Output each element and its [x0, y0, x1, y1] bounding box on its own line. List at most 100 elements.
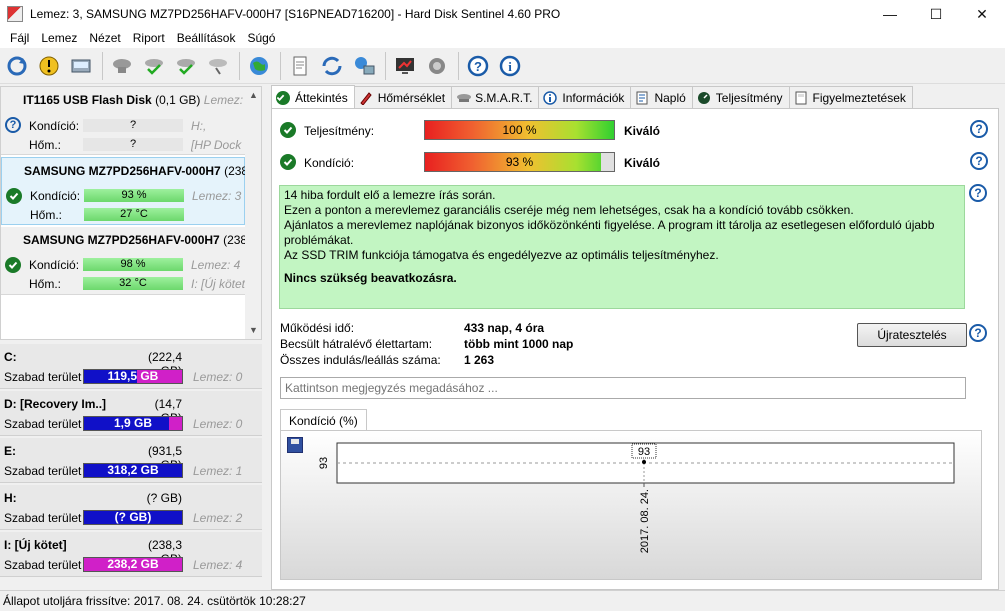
panel-splitter[interactable] [263, 86, 271, 590]
condition-value: ? [83, 119, 183, 132]
unknown-status-icon: ? [5, 117, 21, 133]
globe-icon[interactable] [244, 51, 274, 81]
info-icon[interactable]: i [495, 51, 525, 81]
window-title: Lemez: 3, SAMSUNG MZ7PD256HAFV-000H7 [S1… [30, 7, 561, 21]
tab-label: Információk [562, 90, 625, 105]
disk-entry[interactable]: SAMSUNG MZ7PD256HAFV-000H7 (238 Kondíció… [1, 227, 245, 295]
tab-log[interactable]: Napló [630, 86, 693, 108]
disk-note: [HP Dock [191, 138, 242, 152]
help-icon[interactable]: ? [970, 152, 988, 170]
condition-chart: 93 93 2017. 08. 24. [280, 430, 982, 580]
chart-tab-condition[interactable]: Kondíció (%) [280, 409, 367, 431]
sync-icon[interactable] [317, 51, 347, 81]
temperature-value: 27 °C [84, 208, 184, 221]
disk-note: I: [Új kötet [191, 277, 245, 291]
warning-icon[interactable] [34, 51, 64, 81]
disk-ok-icon[interactable] [171, 51, 201, 81]
help-icon[interactable]: ? [969, 184, 987, 202]
performance-value: 100 % [502, 123, 537, 137]
volume-entry[interactable]: I: [Új kötet] (238,3 GB) Szabad terület … [0, 532, 262, 577]
gauge-icon [697, 91, 711, 105]
disk-check-icon[interactable] [139, 51, 169, 81]
disk-gray-icon[interactable] [107, 51, 137, 81]
tab-label: S.M.A.R.T. [475, 90, 533, 105]
volume-entry[interactable]: C: (222,4 GB) Szabad terület 119,5 GB Le… [0, 344, 262, 389]
monitor-icon[interactable] [390, 51, 420, 81]
stat-uptime: Működési idő: 433 nap, 4 óra [280, 321, 545, 335]
temperature-label: Hőm.: [29, 277, 62, 291]
report-icon[interactable] [285, 51, 315, 81]
stat-remaining-life: Becsült hátralévő élettartam: több mint 1… [280, 337, 574, 351]
app-window: Lemez: 3, SAMSUNG MZ7PD256HAFV-000H7 [S1… [0, 0, 1005, 611]
volume-entry[interactable]: H: (? GB) Szabad terület (? GB) Lemez: 2 [0, 485, 262, 530]
menu-file[interactable]: Fájl [4, 31, 35, 45]
volume-disk-note: Lemez: 0 [193, 370, 243, 384]
disk-name: SAMSUNG MZ7PD256HAFV-000H7 (238 [23, 233, 245, 247]
tab-bar: Áttekintés Hőmérséklet S.M.A.R.T. Inform… [271, 85, 1005, 109]
volume-entry[interactable]: E: (931,5 GB) Szabad terület 318,2 GB Le… [0, 438, 262, 483]
volume-name: H: [4, 491, 17, 505]
free-space-bar: (? GB) [83, 510, 183, 525]
note-input[interactable] [280, 377, 966, 399]
menu-help[interactable]: Súgó [241, 31, 281, 45]
disk-entry-selected[interactable]: SAMSUNG MZ7PD256HAFV-000H7 (238 Kondíció… [1, 157, 246, 225]
menu-view[interactable]: Nézet [83, 31, 126, 45]
volume-disk-note: Lemez: 2 [193, 511, 243, 525]
free-space-bar: 238,2 GB [83, 557, 183, 572]
temperature-label: Hőm.: [29, 138, 62, 152]
temperature-value: 32 °C [83, 277, 183, 290]
performance-rating: Kiváló [624, 124, 661, 138]
maximize-button[interactable]: ☐ [913, 0, 959, 28]
disk-icon[interactable] [66, 51, 96, 81]
tab-alerts[interactable]: Figyelmeztetések [788, 86, 913, 108]
retest-button[interactable]: Újratesztelés [857, 323, 967, 347]
disk-list: IT1165 USB Flash Disk (0,1 GB) Lemez: 2 … [0, 86, 262, 340]
disk-test-icon[interactable] [203, 51, 233, 81]
tab-performance[interactable]: Teljesítmény [691, 86, 790, 108]
help-icon[interactable]: ? [969, 324, 987, 342]
tab-information[interactable]: Információk [538, 86, 632, 108]
tab-overview[interactable]: Áttekintés [271, 85, 355, 109]
overview-page: Teljesítmény: 100 % Kiváló ? Kondíció: 9… [271, 108, 999, 590]
disk-note: H:, [191, 119, 207, 133]
network-icon[interactable] [349, 51, 379, 81]
alerts-icon [794, 91, 808, 105]
disk-list-scrollbar[interactable]: ▲ ▼ [245, 87, 261, 339]
scroll-down-icon[interactable]: ▼ [245, 322, 261, 339]
info-line: Az SSD TRIM funkciója támogatva és enged… [284, 248, 719, 262]
condition-label: Kondíció: [30, 189, 81, 203]
tab-smart[interactable]: S.M.A.R.T. [451, 86, 540, 108]
volume-entry[interactable]: D: [Recovery Im..] (14,7 GB) Szabad terü… [0, 391, 262, 436]
x-tick-label: 2017. 08. 24. [639, 489, 651, 553]
speaker-icon[interactable] [422, 51, 452, 81]
ok-status-icon [6, 188, 22, 204]
menu-settings[interactable]: Beállítások [171, 31, 242, 45]
info-recommendation: Nincs szükség beavatkozásra. [284, 271, 457, 285]
condition-value: 93 % [84, 189, 184, 202]
free-space-label: Szabad terület [4, 511, 82, 525]
free-space-bar: 1,9 GB [83, 416, 183, 431]
y-tick-label: 93 [318, 457, 330, 469]
free-space-label: Szabad terület [4, 464, 82, 478]
scroll-up-icon[interactable]: ▲ [245, 87, 261, 104]
volume-disk-note: Lemez: 1 [193, 464, 243, 478]
tab-temperature[interactable]: Hőmérséklet [353, 86, 453, 108]
toolbar: ? i [0, 48, 1005, 84]
toolbar-separator [239, 51, 240, 80]
close-button[interactable]: ✕ [959, 0, 1005, 28]
free-space-bar: 318,2 GB [83, 463, 183, 478]
disk-note: Lemez: 3 [192, 189, 242, 203]
refresh-icon[interactable] [2, 51, 32, 81]
menu-report[interactable]: Riport [127, 31, 171, 45]
minimize-button[interactable]: — [867, 0, 913, 28]
disk-entry[interactable]: IT1165 USB Flash Disk (0,1 GB) Lemez: 2 … [1, 87, 245, 155]
help-icon[interactable]: ? [463, 51, 493, 81]
help-icon[interactable]: ? [970, 120, 988, 138]
performance-label: Teljesítmény: [304, 124, 375, 138]
disk-note: Lemez: 4 [191, 258, 241, 272]
toolbar-separator [102, 51, 103, 80]
info-icon [543, 90, 558, 105]
menu-disk[interactable]: Lemez [35, 31, 83, 45]
tab-label: Hőmérséklet [377, 90, 446, 105]
check-icon [276, 90, 290, 105]
